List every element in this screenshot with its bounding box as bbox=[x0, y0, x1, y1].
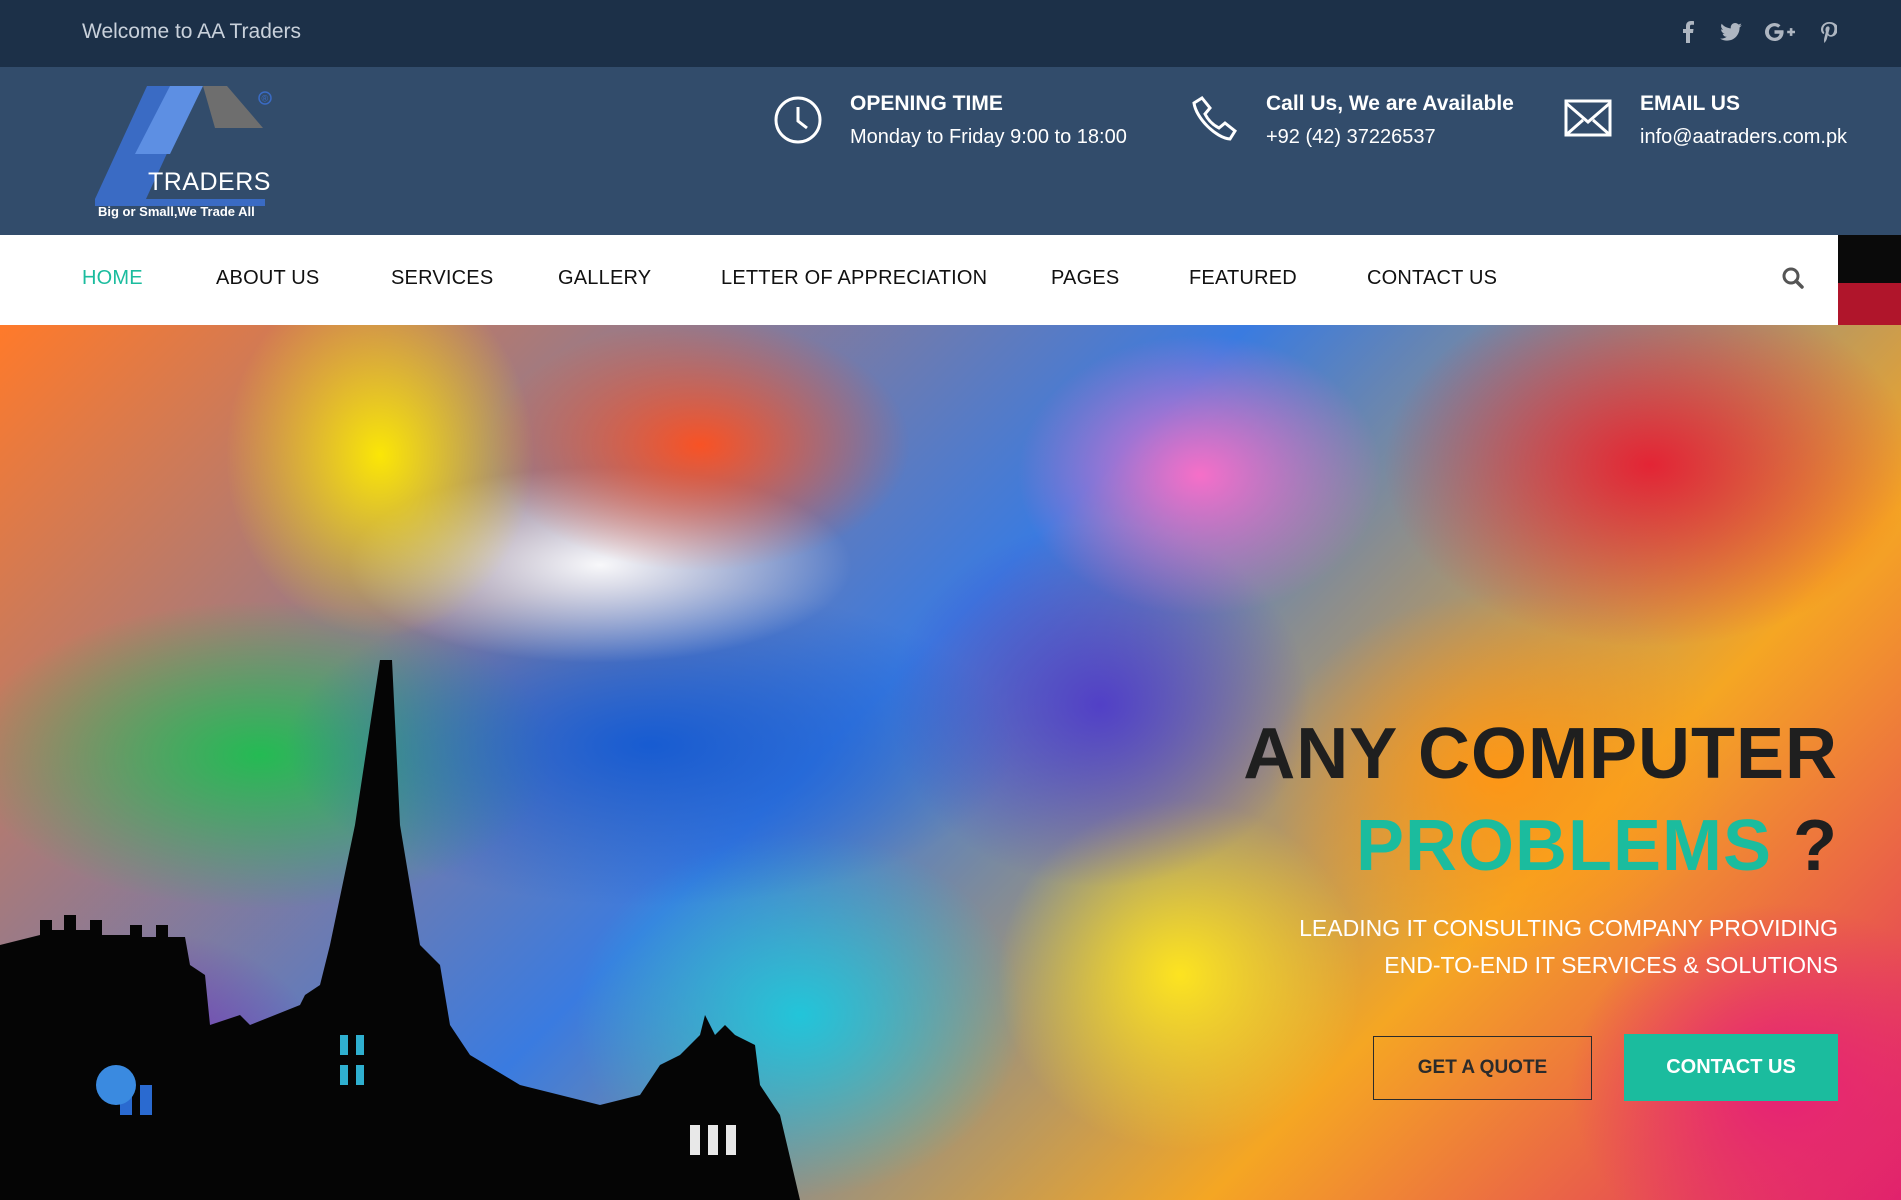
pinterest-icon[interactable] bbox=[1818, 17, 1840, 47]
phone-icon[interactable] bbox=[1190, 94, 1240, 149]
hero-title-problems: PROBLEMS bbox=[1355, 806, 1772, 886]
twitter-icon[interactable] bbox=[1718, 17, 1744, 47]
hero-subtitle-line1: LEADING IT CONSULTING COMPANY PROVIDING bbox=[1299, 915, 1838, 941]
hero-title-question: ? bbox=[1793, 806, 1838, 886]
nav-item-services[interactable]: SERVICES bbox=[391, 267, 493, 290]
clock-icon bbox=[773, 95, 823, 150]
nav-item-gallery[interactable]: GALLERY bbox=[558, 267, 651, 290]
google-plus-icon[interactable] bbox=[1764, 17, 1796, 47]
contact-us-button[interactable]: CONTACT US bbox=[1624, 1034, 1838, 1101]
nav-item-letter-of-appreciation[interactable]: LETTER OF APPRECIATION bbox=[721, 267, 987, 290]
welcome-text: Welcome to AA Traders bbox=[82, 20, 302, 43]
hero-title-line2: PROBLEMS ? bbox=[1356, 805, 1838, 887]
nav-item-featured[interactable]: FEATURED bbox=[1189, 267, 1297, 290]
email-address[interactable]: info@aatraders.com.pk bbox=[1640, 126, 1847, 149]
hero-banner: ANY COMPUTER PROBLEMS ? LEADING IT CONSU… bbox=[0, 325, 1901, 1200]
registered-mark: ® bbox=[262, 94, 269, 104]
opening-time-title: OPENING TIME bbox=[850, 92, 1003, 115]
nav-item-about-us[interactable]: ABOUT US bbox=[216, 267, 319, 290]
nav-item-pages[interactable]: PAGES bbox=[1051, 267, 1119, 290]
envelope-icon[interactable] bbox=[1563, 98, 1613, 145]
nav-item-contact-us[interactable]: CONTACT US bbox=[1367, 267, 1497, 290]
nav-item-home[interactable]: HOME bbox=[82, 267, 143, 290]
phone-number[interactable]: +92 (42) 37226537 bbox=[1266, 126, 1436, 149]
logo-tagline: Big or Small,We Trade All bbox=[98, 204, 255, 219]
call-us-title: Call Us, We are Available bbox=[1266, 92, 1514, 115]
nav-edge-accent bbox=[1838, 283, 1901, 325]
get-a-quote-button[interactable]: GET A QUOTE bbox=[1373, 1036, 1592, 1100]
opening-time-text: Monday to Friday 9:00 to 18:00 bbox=[850, 126, 1127, 148]
search-icon[interactable] bbox=[1781, 266, 1805, 290]
company-logo[interactable]: ® bbox=[95, 86, 280, 222]
facebook-icon[interactable] bbox=[1678, 17, 1698, 47]
hero-title-line1: ANY COMPUTER bbox=[1243, 714, 1838, 794]
main-nav: HOME ABOUT US SERVICES GALLERY LETTER OF… bbox=[0, 235, 1838, 325]
email-us-title: EMAIL US bbox=[1640, 92, 1740, 115]
top-bar: Welcome to AA Traders bbox=[0, 0, 1901, 67]
logo-name: TRADERS bbox=[148, 168, 271, 196]
hero-subtitle-line2: END-TO-END IT SERVICES & SOLUTIONS bbox=[1384, 952, 1838, 978]
